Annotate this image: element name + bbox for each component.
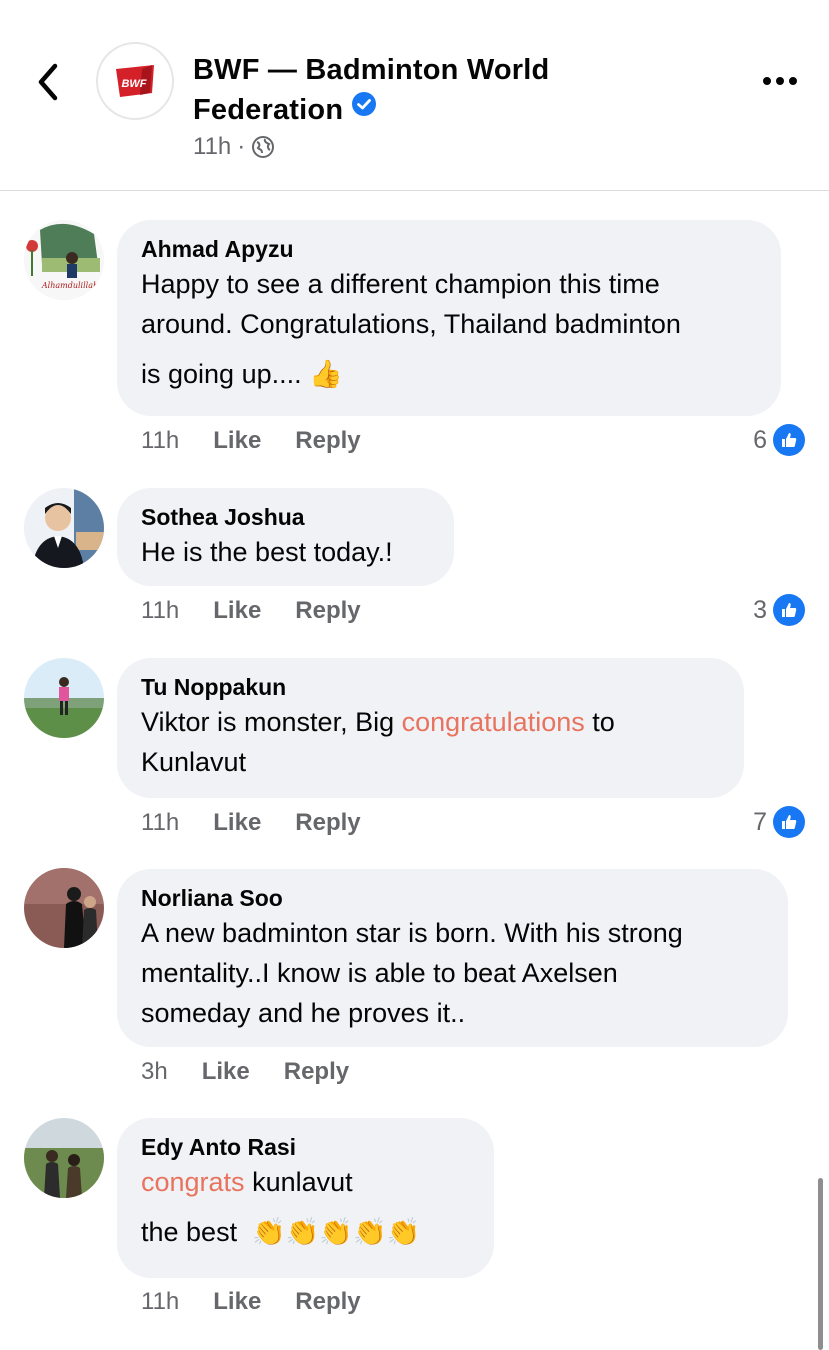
like-reaction-icon — [773, 806, 805, 838]
comment-bubble: Ahmad Apyzu Happy to see a different cha… — [117, 220, 781, 416]
comment-actions: 11h Like Reply — [141, 809, 395, 837]
comment-time[interactable]: 11h — [141, 597, 179, 625]
like-button[interactable]: Like — [213, 1288, 261, 1316]
comment-time[interactable]: 3h — [141, 1058, 168, 1086]
verified-badge-icon — [351, 88, 377, 128]
reply-button[interactable]: Reply — [295, 597, 360, 625]
comment-text: to — [584, 707, 615, 737]
reply-button[interactable]: Reply — [295, 809, 360, 837]
comment-text-line: someday and he proves it.. — [141, 998, 466, 1028]
comment-bubble: Norliana Soo A new badminton star is bor… — [117, 869, 788, 1047]
reaction-number: 6 — [753, 425, 767, 454]
comment-text-line: around. Congratulations, Thailand badmin… — [141, 309, 681, 339]
post-meta: 11h · — [193, 133, 275, 161]
highlighted-keyword[interactable]: congratulations — [402, 707, 585, 737]
back-button[interactable] — [26, 58, 70, 106]
comment-actions: 11h Like Reply — [141, 597, 395, 625]
comment-text-line: is going up.... 👍 — [141, 354, 757, 394]
avatar[interactable]: Alhamdulillah — [24, 220, 104, 300]
reply-button[interactable]: Reply — [295, 1288, 360, 1316]
svg-text:Alhamdulillah: Alhamdulillah — [41, 281, 98, 290]
comment-author[interactable]: Norliana Soo — [141, 883, 764, 913]
meta-separator: · — [237, 133, 246, 160]
clapping-hands-emoji: 👏👏👏👏👏 — [252, 1217, 421, 1247]
reply-button[interactable]: Reply — [284, 1058, 349, 1086]
page-name-line1[interactable]: BWF — Badminton World — [193, 54, 549, 86]
scrollbar[interactable] — [818, 1178, 823, 1350]
comment-text: Viktor is monster, Big — [141, 707, 402, 737]
comment-author[interactable]: Edy Anto Rasi — [141, 1132, 470, 1162]
comment-text: the best — [141, 1217, 238, 1247]
comment-text-line: A new badminton star is born. With his s… — [141, 918, 683, 948]
chevron-left-icon — [38, 63, 58, 101]
comment-text-line: Kunlavut — [141, 747, 247, 777]
comment-text-line: mentality..I know is able to beat Axelse… — [141, 958, 618, 988]
like-button[interactable]: Like — [213, 809, 261, 837]
avatar[interactable] — [24, 868, 104, 948]
reaction-count[interactable]: 3 — [753, 594, 805, 626]
comment-text: kunlavut — [244, 1167, 353, 1197]
thumbs-up-emoji: 👍 — [309, 359, 343, 389]
comment-text-line: congrats kunlavut — [141, 1162, 470, 1202]
avatar[interactable] — [24, 1118, 104, 1198]
more-options-button[interactable] — [756, 62, 804, 100]
comment-bubble: Tu Noppakun Viktor is monster, Big congr… — [117, 658, 744, 798]
comment-time[interactable]: 11h — [141, 1288, 179, 1316]
reaction-number: 7 — [753, 807, 767, 836]
like-button[interactable]: Like — [202, 1058, 250, 1086]
comment-text-line: Happy to see a different champion this t… — [141, 269, 660, 299]
svg-text:BWF: BWF — [121, 78, 146, 90]
globe-icon — [252, 136, 275, 158]
comment-text-line: Viktor is monster, Big congratulations t… — [141, 702, 720, 742]
reaction-count[interactable]: 7 — [753, 806, 805, 838]
reply-button[interactable]: Reply — [295, 427, 360, 455]
like-reaction-icon — [773, 424, 805, 456]
page-name[interactable]: BWF — Badminton World Federation — [193, 50, 613, 131]
more-horizontal-icon — [763, 77, 797, 85]
avatar[interactable] — [24, 658, 104, 738]
comment-actions: 3h Like Reply — [141, 1058, 383, 1086]
highlighted-keyword[interactable]: congrats — [141, 1167, 245, 1197]
comment-text-line: He is the best today.! — [141, 537, 393, 567]
page-avatar[interactable]: BWF — [96, 42, 174, 120]
comment-text-line: the best 👏👏👏👏👏 — [141, 1212, 470, 1252]
post-time[interactable]: 11h — [193, 133, 231, 161]
page-name-line2[interactable]: Federation — [193, 94, 343, 126]
reaction-count[interactable]: 6 — [753, 424, 805, 456]
like-reaction-icon — [773, 594, 805, 626]
like-button[interactable]: Like — [213, 427, 261, 455]
avatar[interactable] — [24, 488, 104, 568]
comment-author[interactable]: Tu Noppakun — [141, 672, 720, 702]
comment-bubble: Sothea Joshua He is the best today.! — [117, 488, 454, 586]
comment-actions: 11h Like Reply — [141, 1288, 395, 1316]
comment-text: is going up.... — [141, 359, 302, 389]
like-button[interactable]: Like — [213, 597, 261, 625]
reaction-number: 3 — [753, 595, 767, 624]
comment-time[interactable]: 11h — [141, 809, 179, 837]
bwf-logo: BWF — [116, 65, 154, 97]
comment-author[interactable]: Sothea Joshua — [141, 502, 430, 532]
post-header: BWF BWF — Badminton World Federation 11h… — [0, 0, 829, 191]
comment-author[interactable]: Ahmad Apyzu — [141, 234, 757, 264]
comment-time[interactable]: 11h — [141, 427, 179, 455]
comment-bubble: Edy Anto Rasi congrats kunlavut the best… — [117, 1118, 494, 1278]
comment-actions: 11h Like Reply — [141, 427, 395, 455]
